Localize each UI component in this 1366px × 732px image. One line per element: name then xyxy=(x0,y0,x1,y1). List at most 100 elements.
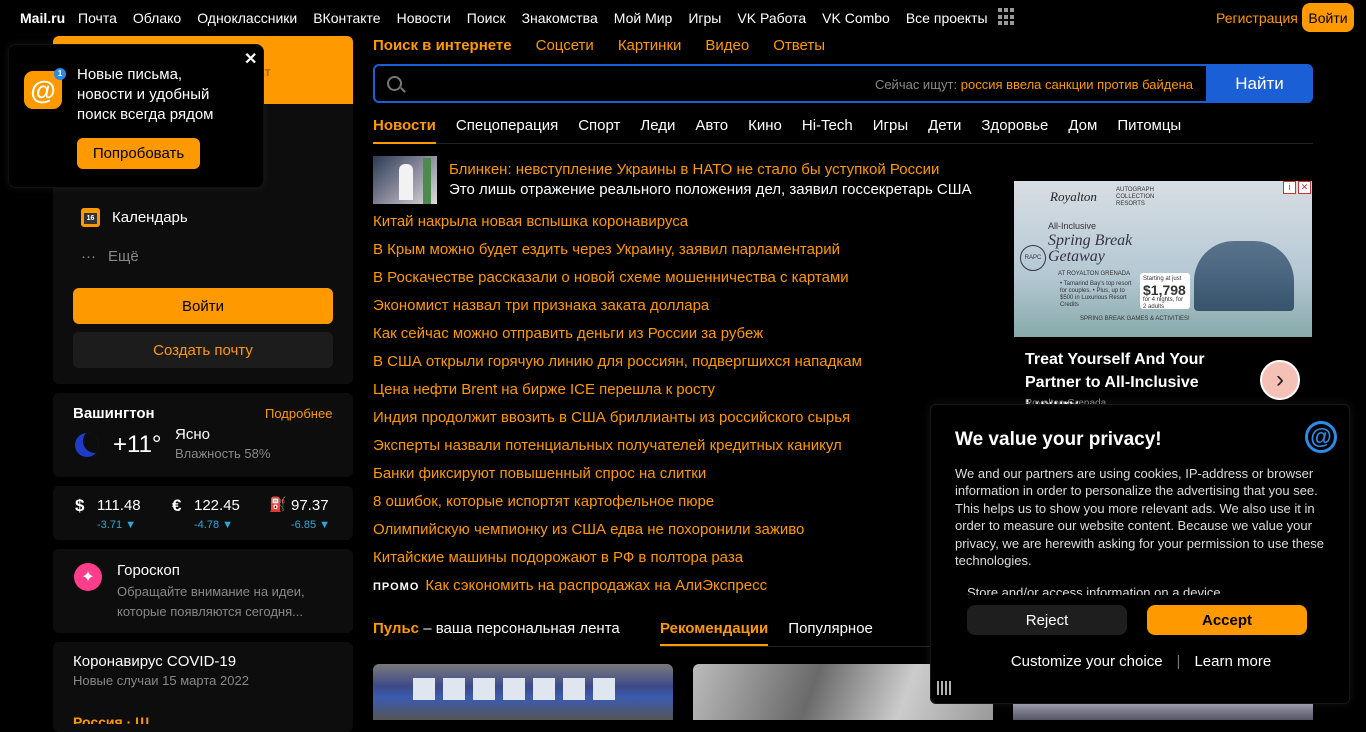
promo-item[interactable]: ПРОМО Как сэкономить на распродажах на Ал… xyxy=(373,576,983,604)
more-link[interactable]: ··· Ещё xyxy=(81,248,139,265)
pulse-brand[interactable]: Пульс xyxy=(373,620,419,637)
top-bar: Mail.ru Почта Облако Одноклассники ВКонт… xyxy=(0,0,1366,36)
trending-query[interactable]: Сейчас ищут: россия ввела санкции против… xyxy=(875,77,1193,92)
calendar-link[interactable]: 16 Календарь xyxy=(81,208,188,227)
register-link[interactable]: Регистрация xyxy=(1216,10,1298,26)
nav-ok[interactable]: Одноклассники xyxy=(197,10,297,26)
news-item[interactable]: В Крым можно будет ездить через Украину,… xyxy=(373,240,983,268)
close-icon[interactable]: ✕ xyxy=(1298,181,1311,194)
moon-icon xyxy=(75,433,99,457)
news-thumbnail[interactable] xyxy=(373,156,437,204)
learn-more-link[interactable]: Learn more xyxy=(1194,653,1271,670)
news-item[interactable]: Китайские машины подорожают в РФ в полто… xyxy=(373,548,983,576)
tab-sport[interactable]: Спорт xyxy=(578,117,620,144)
reject-button[interactable]: Reject xyxy=(967,605,1127,635)
covid-widget[interactable]: Коронавирус COVID-19 Новые случаи 15 мар… xyxy=(53,642,353,732)
chevron-right-icon[interactable]: › xyxy=(1260,360,1300,400)
weather-more-link[interactable]: Подробнее xyxy=(265,406,332,421)
tab-cinema[interactable]: Кино xyxy=(748,117,782,144)
news-item[interactable]: Индия продолжит ввозить в США бриллианты… xyxy=(373,408,983,436)
news-item[interactable]: Банки фиксируют повышенный спрос на слит… xyxy=(373,464,983,492)
tab-recommendations[interactable]: Рекомендации xyxy=(660,620,769,646)
feed-card-image[interactable] xyxy=(373,664,673,720)
search-input[interactable] xyxy=(411,68,831,99)
tab-pets[interactable]: Питомцы xyxy=(1117,117,1181,144)
calendar-icon: 16 xyxy=(81,208,100,227)
login-button[interactable]: Войти xyxy=(73,288,333,324)
news-item[interactable]: Как сейчас можно отправить деньги из Рос… xyxy=(373,324,983,352)
nav-dating[interactable]: Знакомства xyxy=(522,10,598,26)
notification-badge: 1 xyxy=(54,68,66,80)
tab-images[interactable]: Картинки xyxy=(618,37,682,54)
nav-vk-combo[interactable]: VK Combo xyxy=(822,10,890,26)
top-news-headline[interactable]: Блинкен: невступление Украины в НАТО не … xyxy=(449,161,939,178)
nav-myworld[interactable]: Мой Мир xyxy=(614,10,673,26)
privacy-title: We value your privacy! xyxy=(955,429,1162,450)
promo-text[interactable]: Как сэкономить на распродажах на АлиЭксп… xyxy=(425,577,767,594)
apps-grid-icon[interactable] xyxy=(997,8,1014,26)
news-list: Китай накрыла новая вспышка коронавируса… xyxy=(373,212,983,604)
tab-games[interactable]: Игры xyxy=(873,117,908,144)
tab-kids[interactable]: Дети xyxy=(928,117,961,144)
tab-auto[interactable]: Авто xyxy=(695,117,728,144)
nav-games[interactable]: Игры xyxy=(688,10,721,26)
tab-special-operation[interactable]: Спецоперация xyxy=(456,117,558,144)
try-button[interactable]: Попробовать xyxy=(77,138,200,169)
privacy-dialog: We value your privacy! @ We and our part… xyxy=(930,404,1350,704)
nav-vk-work[interactable]: VK Работа xyxy=(737,10,806,26)
top-login-button[interactable]: Войти xyxy=(1302,3,1354,32)
accept-button[interactable]: Accept xyxy=(1147,605,1307,635)
nav-vk[interactable]: ВКонтакте xyxy=(313,10,380,26)
create-mail-button[interactable]: Создать почту xyxy=(73,332,333,368)
news-item[interactable]: 8 ошибок, которые испортят картофельное … xyxy=(373,492,983,520)
news-item[interactable]: В Роскачестве рассказали о новой схеме м… xyxy=(373,268,983,296)
tab-social[interactable]: Соцсети xyxy=(536,37,594,54)
tab-lady[interactable]: Леди xyxy=(640,117,675,144)
info-icon[interactable]: i xyxy=(1283,181,1296,194)
privacy-links: Customize your choice | Learn more xyxy=(931,653,1351,670)
tab-news[interactable]: Новости xyxy=(373,117,436,144)
tab-answers[interactable]: Ответы xyxy=(773,37,825,54)
tab-hitech[interactable]: Hi-Tech xyxy=(802,117,853,144)
nav-search[interactable]: Поиск xyxy=(467,10,506,26)
rate-value: 97.37 xyxy=(291,497,329,514)
weather-widget[interactable]: Вашингтон Подробнее +11° Ясно Влажность … xyxy=(53,393,353,477)
rate-value: 111.48 xyxy=(97,497,141,514)
customize-link[interactable]: Customize your choice xyxy=(1011,653,1163,670)
rate-change: -6.85 ▼ xyxy=(291,519,331,531)
currency-rates: $ 111.48 -3.71 ▼ € 122.45 -4.78 ▼ ⛽ 97.3… xyxy=(53,486,353,540)
news-item[interactable]: Цена нефти Brent на бирже ICE перешла к … xyxy=(373,380,983,408)
covid-title: Коронавирус COVID-19 xyxy=(73,653,237,670)
top-nav: Почта Облако Одноклассники ВКонтакте Нов… xyxy=(78,8,1030,26)
popup-text: Новые письма, новости и удобный поиск вс… xyxy=(77,66,214,123)
euro-icon: € xyxy=(172,496,182,515)
logo-link[interactable]: Mail.ru xyxy=(20,10,65,26)
tab-health[interactable]: Здоровье xyxy=(981,117,1048,144)
news-item[interactable]: Китай накрыла новая вспышка коронавируса xyxy=(373,212,983,240)
separator: | xyxy=(1176,653,1181,670)
tab-web-search[interactable]: Поиск в интернете xyxy=(373,37,512,54)
tab-video[interactable]: Видео xyxy=(705,37,749,54)
calendar-label: Календарь xyxy=(112,209,188,226)
at-logo-icon: @ xyxy=(1305,421,1337,453)
search-button[interactable]: Найти xyxy=(1206,64,1313,103)
horoscope-title: Гороскоп xyxy=(117,562,180,579)
top-news-item[interactable]: Блинкен: невступление Украины в НАТО не … xyxy=(373,156,973,204)
nav-news[interactable]: Новости xyxy=(397,10,451,26)
news-item[interactable]: Олимпийскую чемпионку из США едва не пох… xyxy=(373,520,983,548)
news-item[interactable]: Эксперты назвали потенциальных получател… xyxy=(373,436,983,464)
promo-tag: ПРОМО xyxy=(373,581,420,593)
nav-cloud[interactable]: Облако xyxy=(133,10,181,26)
news-item[interactable]: В США открыли горячую линию для россиян,… xyxy=(373,352,983,380)
tab-home[interactable]: Дом xyxy=(1068,117,1097,144)
close-icon[interactable]: ✕ xyxy=(244,49,257,69)
tab-popular[interactable]: Популярное xyxy=(788,620,873,646)
ad-banner[interactable]: Royalton AUTOGRAPH COLLECTION RESORTS Al… xyxy=(1013,156,1313,406)
nav-all-projects[interactable]: Все проекты xyxy=(906,10,988,26)
dollar-icon: $ xyxy=(75,496,85,515)
horoscope-widget[interactable]: ✦ Гороскоп Обращайте внимание на идеи, к… xyxy=(53,549,353,633)
ad-image[interactable]: Royalton AUTOGRAPH COLLECTION RESORTS Al… xyxy=(1014,181,1312,337)
nav-mail[interactable]: Почта xyxy=(78,10,117,26)
news-item[interactable]: Экономист назвал три признака заката дол… xyxy=(373,296,983,324)
weather-city: Вашингтон xyxy=(73,405,155,422)
